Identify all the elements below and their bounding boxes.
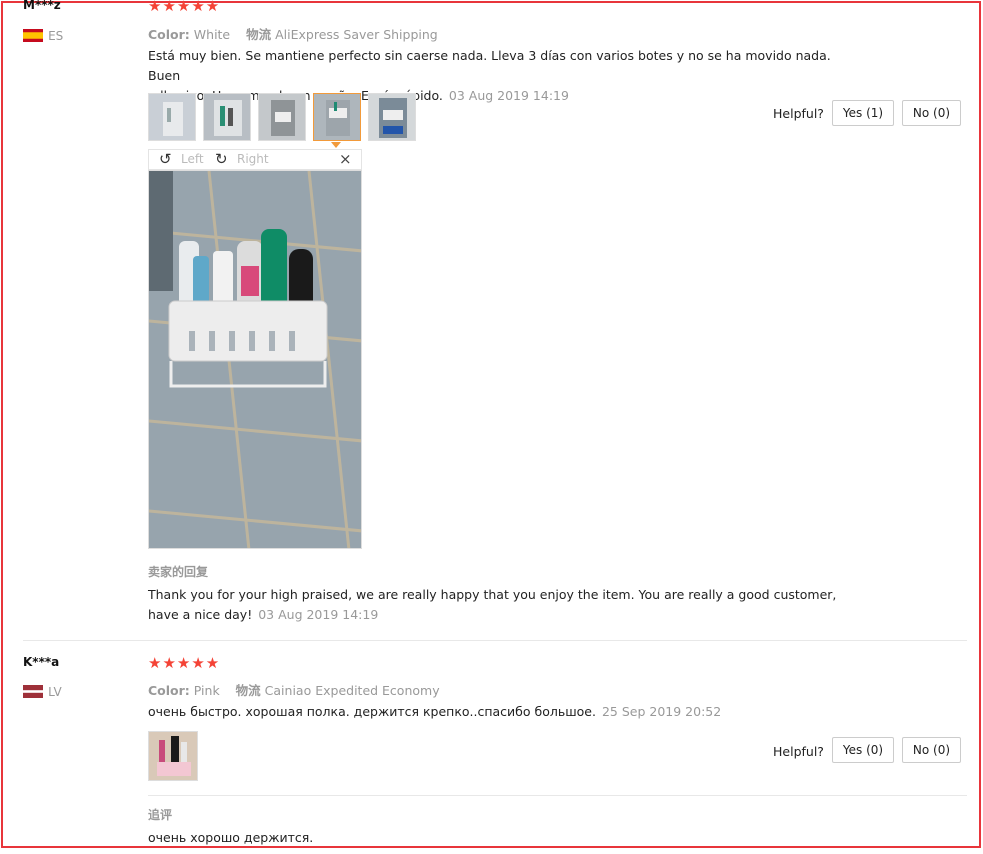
followup-label: 追评 xyxy=(148,808,173,822)
seller-reply-date: 03 Aug 2019 14:19 xyxy=(258,607,379,622)
reviewer-country: LV xyxy=(23,681,62,700)
close-viewer-icon[interactable]: × xyxy=(339,150,352,168)
star-rating: ★★★★★ xyxy=(148,0,221,15)
color-label: Color: xyxy=(148,683,190,698)
rotate-left-label[interactable]: Left xyxy=(181,152,204,166)
review-date: 03 Aug 2019 14:19 xyxy=(448,88,569,103)
review-meta: Color: Pink 物流 Cainiao Expedited Economy xyxy=(148,680,440,699)
followup-text: очень хорошо держится. xyxy=(148,830,314,845)
helpful-no-button[interactable]: No (0) xyxy=(902,737,961,763)
seller-reply-label: 卖家的回复 xyxy=(148,565,209,579)
helpful-yes-button[interactable]: Yes (0) xyxy=(832,737,894,763)
seller-reply-line: have a nice day! xyxy=(148,607,253,622)
color-label: Color: xyxy=(148,27,190,42)
reviewer-name: K***a xyxy=(23,655,60,669)
review-text: очень быстро. хорошая полка. держится кр… xyxy=(148,702,848,722)
review-photo-thumb-selected[interactable] xyxy=(313,93,361,141)
seller-reply-line: Thank you for your high praised, we are … xyxy=(148,587,837,602)
helpful-yes-button[interactable]: Yes (1) xyxy=(832,100,894,126)
color-value: White xyxy=(193,27,231,42)
review-photo-thumb[interactable] xyxy=(368,93,416,141)
review-photo-thumb[interactable] xyxy=(258,93,306,141)
latvia-flag-icon xyxy=(23,685,43,698)
review-divider xyxy=(23,640,967,641)
review-photo-thumb[interactable] xyxy=(148,731,198,781)
spain-flag-icon xyxy=(23,29,43,42)
shower-shelf-photo xyxy=(149,171,361,548)
reviewer-name: M***z xyxy=(23,0,61,12)
seller-reply-text: Thank you for your high praised, we are … xyxy=(148,585,848,625)
review-photo-large xyxy=(148,170,362,549)
star-rating: ★★★★★ xyxy=(148,654,221,672)
helpful-label: Helpful? xyxy=(773,106,824,121)
country-code: ES xyxy=(48,29,64,43)
review-photo-thumb[interactable] xyxy=(203,93,251,141)
review-meta: Color: White 物流 AliExpress Saver Shippin… xyxy=(148,24,438,43)
review-text: Está muy bien. Se mantiene perfecto sin … xyxy=(148,46,848,106)
review-photo-thumb[interactable] xyxy=(148,93,196,141)
shipping-value: AliExpress Saver Shipping xyxy=(275,27,438,42)
shipping-value: Cainiao Expedited Economy xyxy=(264,683,440,698)
reviewer-country: ES xyxy=(23,25,63,44)
review-date: 25 Sep 2019 20:52 xyxy=(601,704,722,719)
review-text-line: Está muy bien. Se mantiene perfecto sin … xyxy=(148,48,831,83)
helpful-no-button[interactable]: No (0) xyxy=(902,100,961,126)
shipping-label: 物流 xyxy=(235,683,261,698)
rotate-left-icon[interactable]: ↺ xyxy=(159,150,172,168)
shipping-label: 物流 xyxy=(246,27,272,42)
review-text-line: очень быстро. хорошая полка. держится кр… xyxy=(148,704,596,719)
helpful-label: Helpful? xyxy=(773,744,824,759)
selected-thumb-pointer xyxy=(331,142,341,148)
followup-divider xyxy=(148,795,967,796)
color-value: Pink xyxy=(193,683,220,698)
country-code: LV xyxy=(48,685,62,699)
rotate-right-label[interactable]: Right xyxy=(237,152,269,166)
image-viewer-toolbar: ↺ Left ↻ Right × xyxy=(148,149,362,170)
rotate-right-icon[interactable]: ↻ xyxy=(215,150,228,168)
